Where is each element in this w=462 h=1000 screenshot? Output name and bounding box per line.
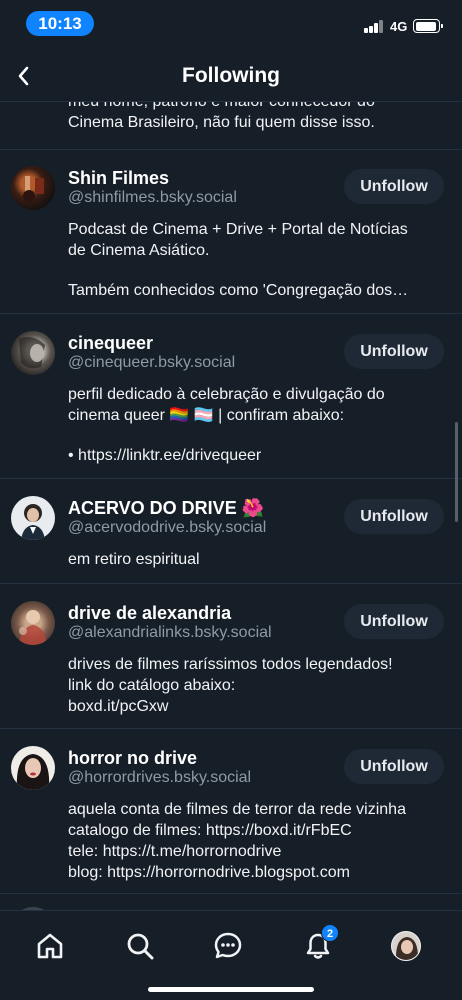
tab-profile[interactable] — [381, 921, 431, 971]
nav-header: Following — [0, 50, 462, 102]
account-bio: em retiro espiritual — [68, 551, 200, 568]
account-bio-link[interactable]: • https://linktr.ee/drivequeer — [68, 445, 448, 466]
avatar[interactable] — [11, 331, 55, 375]
network-label: 4G — [390, 19, 408, 34]
account-name[interactable]: drive de alexandria — [68, 603, 231, 624]
tab-search[interactable] — [115, 921, 165, 971]
unfollow-button[interactable]: Unfollow — [344, 499, 444, 534]
chat-icon — [214, 932, 242, 959]
account-handle[interactable]: @horrordrives.bsky.social — [68, 769, 251, 787]
unfollow-button[interactable]: Unfollow — [344, 334, 444, 369]
status-bar: 10:13 4G — [0, 0, 462, 46]
account-bio: drives de filmes raríssimos todos legend… — [68, 656, 393, 715]
profile-avatar — [391, 931, 421, 961]
avatar[interactable] — [11, 166, 55, 210]
account-handle[interactable]: @cinequeer.bsky.social — [68, 354, 235, 372]
account-bio-extra: Também conhecidos como 'Congregação dos… — [68, 282, 409, 299]
tab-bar: 2 — [0, 910, 462, 1000]
list-item[interactable]: horror no drive @horrordrives.bsky.socia… — [0, 730, 462, 894]
account-bio: aquela conta de filmes de terror da rede… — [68, 801, 406, 881]
page-title: Following — [182, 64, 280, 87]
account-name[interactable]: horror no drive — [68, 748, 197, 769]
list-item[interactable]: cinequeer @cinequeer.bsky.social Unfollo… — [0, 315, 462, 479]
avatar[interactable] — [11, 496, 55, 540]
account-name[interactable]: Shin Filmes — [68, 168, 169, 189]
tab-chat[interactable] — [203, 921, 253, 971]
home-indicator — [148, 987, 314, 992]
unfollow-button[interactable]: Unfollow — [344, 604, 444, 639]
list-item[interactable]: Shin Filmes @shinfilmes.bsky.social Unfo… — [0, 150, 462, 314]
list-item[interactable]: ACERVO DO DRIVE 🌺 @acervododrive.bsky.so… — [0, 480, 462, 584]
account-bio: perfil dedicado à celebração e divulgaçã… — [68, 386, 385, 424]
signal-icon — [364, 19, 384, 33]
list-item[interactable]: drive de alexandria @alexandrialinks.bsk… — [0, 585, 462, 729]
following-list[interactable]: meu nome, patrono e maior conhecedor do … — [0, 102, 462, 910]
unfollow-button[interactable]: Unfollow — [344, 169, 444, 204]
avatar[interactable] — [11, 746, 55, 790]
account-handle[interactable]: @acervododrive.bsky.social — [68, 519, 266, 537]
account-name[interactable]: ACERVO DO DRIVE 🌺 — [68, 498, 264, 519]
account-handle[interactable]: @alexandrialinks.bsky.social — [68, 624, 272, 642]
home-icon — [37, 933, 63, 959]
tab-notifications[interactable]: 2 — [293, 921, 343, 971]
partial-bio: meu nome, patrono e maior conhecedor do … — [68, 102, 375, 131]
account-bio: Podcast de Cinema + Drive + Portal de No… — [68, 221, 408, 259]
search-icon — [127, 933, 154, 960]
tab-home[interactable] — [25, 921, 75, 971]
scrollbar[interactable] — [455, 422, 458, 522]
unfollow-button[interactable]: Unfollow — [344, 749, 444, 784]
account-name[interactable]: cinequeer — [68, 333, 153, 354]
status-time: 10:13 — [26, 11, 94, 36]
battery-icon — [413, 19, 443, 33]
avatar[interactable] — [11, 601, 55, 645]
account-handle[interactable]: @shinfilmes.bsky.social — [68, 189, 237, 207]
notification-badge: 2 — [321, 924, 339, 942]
